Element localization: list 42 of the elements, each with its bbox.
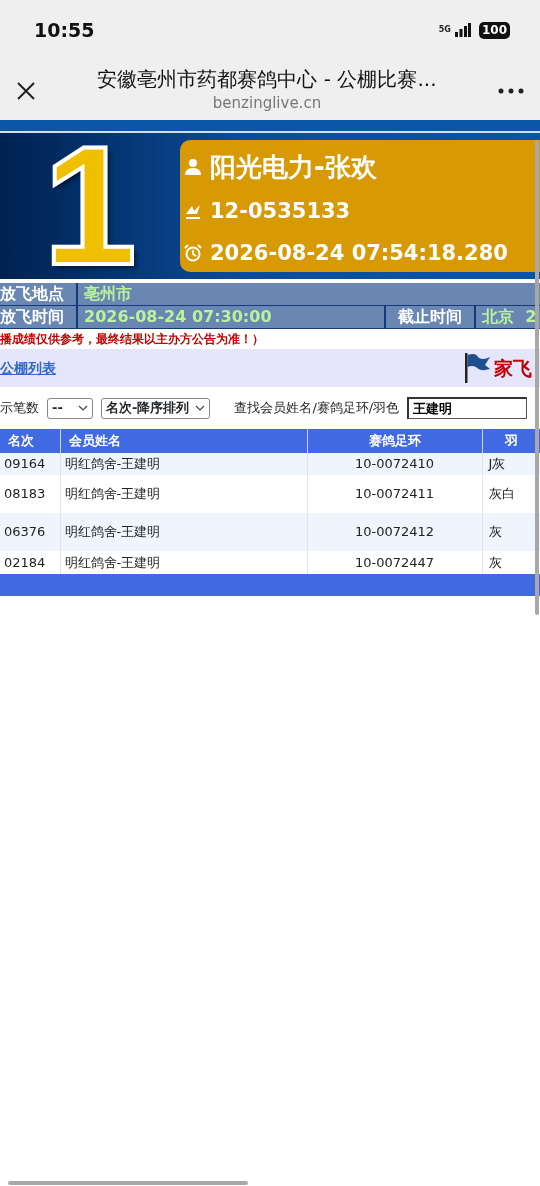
count-label: 示笔数 (0, 399, 39, 418)
column-header: 羽 (482, 429, 540, 453)
rank-number: 1 (43, 133, 138, 279)
table-cell: J灰 (482, 453, 540, 475)
page-heading: 家飞 (494, 355, 532, 381)
table-cell: 09164 (0, 453, 60, 475)
table-cell: 10-0072412 (307, 513, 482, 551)
table-cell: 10-0072410 (307, 453, 482, 475)
column-header: 名次 (0, 429, 60, 453)
notice-text: 播成绩仅供参考，最终结果以主办方公告为准！） (0, 331, 265, 348)
field-label: 截止时间 (384, 306, 476, 328)
clock-time: 10:55 (34, 17, 95, 43)
network-label: 5G (438, 24, 451, 36)
more-icon (498, 87, 524, 94)
arrival-time: 2026-08-24 07:54:18.280 (210, 240, 508, 267)
table-cell: 06376 (0, 513, 60, 551)
flag-icon (464, 352, 490, 384)
caret-icon (78, 404, 88, 412)
field-value: 北京 2 (481, 306, 537, 328)
battery-level: 100 (478, 21, 510, 39)
field-label: 放飞时间 (0, 306, 78, 328)
ring-number: 12-0535133 (210, 198, 351, 225)
table-cell: 明红鸽舍-王建明 (60, 513, 307, 551)
list-link[interactable]: 公棚列表 (0, 357, 56, 379)
column-header: 会员姓名 (60, 429, 307, 453)
count-select[interactable]: -- (47, 397, 93, 419)
sort-select[interactable]: 名次-降序排列 (101, 397, 211, 419)
close-icon (16, 80, 36, 101)
field-value: 2026-08-24 07:30:00 (83, 306, 273, 328)
column-header: 赛鸽足环 (307, 429, 482, 453)
page-title: 安徽亳州市药都赛鸽中心 - 公棚比赛... (97, 65, 437, 92)
winner-name: 阳光电力-张欢 (210, 151, 377, 184)
signal-icon (454, 23, 471, 37)
search-field[interactable]: 王建明 (407, 397, 528, 419)
search-label: 查找会员姓名/赛鸽足环/羽色 (234, 399, 400, 418)
table-cell: 明红鸽舍-王建明 (60, 453, 307, 475)
alarm-clock-icon (184, 244, 202, 262)
page-url: benzinglive.cn (212, 92, 322, 114)
caret-icon (195, 404, 206, 412)
table-cell: 灰 (482, 513, 540, 551)
field-value: 亳州市 (83, 283, 132, 305)
person-icon (184, 158, 202, 176)
